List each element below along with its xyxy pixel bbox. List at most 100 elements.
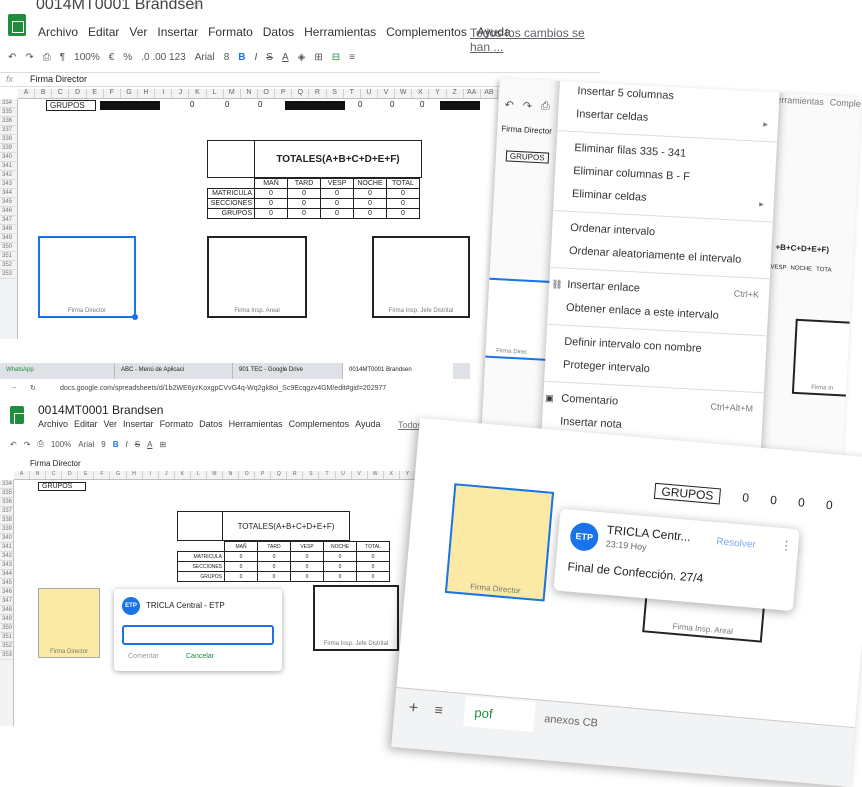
- comment-input[interactable]: [122, 625, 274, 645]
- row-header[interactable]: 340: [0, 534, 13, 543]
- signature-box-director[interactable]: Firma Director: [38, 588, 100, 658]
- merge-icon[interactable]: ⊟: [332, 52, 340, 63]
- font-size-select[interactable]: 8: [224, 52, 230, 63]
- row-header[interactable]: 342: [0, 552, 13, 561]
- row-header[interactable]: 344: [0, 189, 17, 198]
- value-cell[interactable]: 0: [323, 551, 357, 562]
- column-header[interactable]: F: [104, 89, 121, 98]
- zero-cell[interactable]: 0: [190, 100, 194, 109]
- column-header[interactable]: Y: [400, 471, 416, 479]
- menu-item-datos[interactable]: Datos: [199, 419, 223, 429]
- zoom-select[interactable]: 100%: [74, 52, 100, 63]
- doc-title[interactable]: 0014MT0001 Brandsen: [38, 403, 163, 417]
- value-cell[interactable]: 0: [257, 571, 291, 582]
- column-header[interactable]: U: [361, 89, 378, 98]
- row-label[interactable]: GRUPOS: [207, 208, 255, 219]
- zero-cell[interactable]: 0: [420, 100, 424, 109]
- grupos-cell[interactable]: GRUPOS: [653, 482, 722, 505]
- signature-box-director[interactable]: Firma Direc: [479, 276, 556, 362]
- value-cell[interactable]: 0: [254, 188, 288, 199]
- column-header[interactable]: V: [378, 89, 396, 98]
- row-header[interactable]: 350: [0, 624, 13, 633]
- row-header[interactable]: 339: [0, 525, 13, 534]
- grupos-cell[interactable]: GRUPOS: [46, 100, 96, 111]
- redo-icon[interactable]: ↷: [25, 52, 33, 63]
- row-header[interactable]: 344: [0, 570, 13, 579]
- column-header[interactable]: M: [224, 89, 241, 98]
- column-header[interactable]: F: [94, 471, 111, 479]
- column-header[interactable]: P: [255, 471, 272, 479]
- value-cell[interactable]: 0: [353, 208, 387, 219]
- column-header[interactable]: D: [69, 89, 87, 98]
- column-header[interactable]: K: [175, 471, 191, 479]
- menu-item-editar[interactable]: Editar: [88, 25, 119, 39]
- menu-item-archivo[interactable]: Archivo: [38, 25, 78, 39]
- tab-drive[interactable]: 901 TEC - Google Drive: [233, 363, 343, 379]
- row-header[interactable]: 343: [0, 561, 13, 570]
- column-header[interactable]: O: [258, 89, 276, 98]
- row-header[interactable]: 345: [0, 198, 17, 207]
- row-label[interactable]: GRUPOS: [177, 571, 225, 582]
- column-header[interactable]: W: [395, 89, 413, 98]
- italic-button[interactable]: I: [126, 440, 128, 449]
- menu-item-complementos[interactable]: Complementos: [830, 97, 862, 110]
- value-cell[interactable]: 0: [320, 198, 354, 209]
- column-header[interactable]: J: [172, 89, 190, 98]
- column-header[interactable]: AB: [481, 89, 498, 98]
- zero-cell[interactable]: 0: [770, 493, 778, 508]
- value-cell[interactable]: 0: [287, 198, 321, 209]
- row-label[interactable]: MATRICULA: [177, 551, 225, 562]
- row-header[interactable]: 338: [0, 135, 17, 144]
- menu-item-formato[interactable]: Formato: [208, 25, 253, 39]
- value-cell[interactable]: 0: [386, 188, 420, 199]
- print-icon[interactable]: ⎙: [43, 52, 51, 63]
- row-header[interactable]: 335: [0, 108, 17, 117]
- reload-icon[interactable]: ↻: [30, 384, 36, 392]
- value-cell[interactable]: 0: [356, 571, 390, 582]
- value-cell[interactable]: 0: [353, 198, 387, 209]
- row-header[interactable]: 342: [0, 171, 17, 180]
- header-cell[interactable]: NOCHE: [353, 178, 387, 189]
- row-header[interactable]: 351: [0, 252, 17, 261]
- grupos-cell[interactable]: GRUPOS: [38, 482, 86, 491]
- column-header[interactable]: K: [189, 89, 207, 98]
- row-header[interactable]: 341: [0, 162, 17, 171]
- currency-icon[interactable]: €: [109, 52, 115, 63]
- grupos-cell[interactable]: GRUPOS: [505, 150, 549, 164]
- undo-icon[interactable]: ↶: [504, 98, 514, 111]
- font-select[interactable]: Arial: [78, 440, 94, 449]
- value-cell[interactable]: 0: [356, 561, 390, 572]
- signature-box-director[interactable]: Firma Director: [444, 483, 555, 602]
- undo-icon[interactable]: ↶: [8, 52, 16, 63]
- header-cell[interactable]: TOTAL: [356, 541, 390, 552]
- zero-cell[interactable]: 0: [258, 100, 262, 109]
- undo-icon[interactable]: ↶: [10, 440, 17, 449]
- menu-item-insertar[interactable]: Insertar: [157, 25, 198, 39]
- totals-title[interactable]: TOTALES(A+B+C+D+E+F): [254, 140, 422, 178]
- row-header[interactable]: 337: [0, 126, 17, 135]
- signature-box-chief[interactable]: Firma Insp. Jefe Distrital: [313, 585, 399, 651]
- row-header[interactable]: 340: [0, 153, 17, 162]
- column-header[interactable]: R: [309, 89, 327, 98]
- text-color-button[interactable]: A: [282, 52, 289, 63]
- column-header[interactable]: B: [35, 89, 53, 98]
- saved-status[interactable]: Todos los cambios se han ...: [470, 26, 600, 54]
- value-cell[interactable]: 0: [224, 571, 258, 582]
- value-cell[interactable]: 0: [287, 208, 321, 219]
- add-sheet-icon[interactable]: +: [408, 699, 419, 718]
- row-header[interactable]: 345: [0, 579, 13, 588]
- column-header[interactable]: AA: [464, 89, 481, 98]
- cancel-button[interactable]: Cancelar: [186, 653, 214, 660]
- menu-item-ayuda[interactable]: Ayuda: [355, 419, 380, 429]
- resolve-button[interactable]: Resolver: [716, 536, 756, 550]
- tab-abc[interactable]: ABC - Menú de Aplicaci: [115, 363, 233, 379]
- column-header[interactable]: U: [336, 471, 352, 479]
- value-cell[interactable]: 0: [320, 188, 354, 199]
- print-icon[interactable]: ⎙: [541, 100, 550, 113]
- menu-item-formato[interactable]: Formato: [160, 419, 194, 429]
- row-header[interactable]: 336: [0, 117, 17, 126]
- row-header[interactable]: 353: [0, 651, 13, 660]
- redo-icon[interactable]: ↷: [24, 440, 31, 449]
- row-header[interactable]: 338: [0, 516, 13, 525]
- column-header[interactable]: V: [352, 471, 368, 479]
